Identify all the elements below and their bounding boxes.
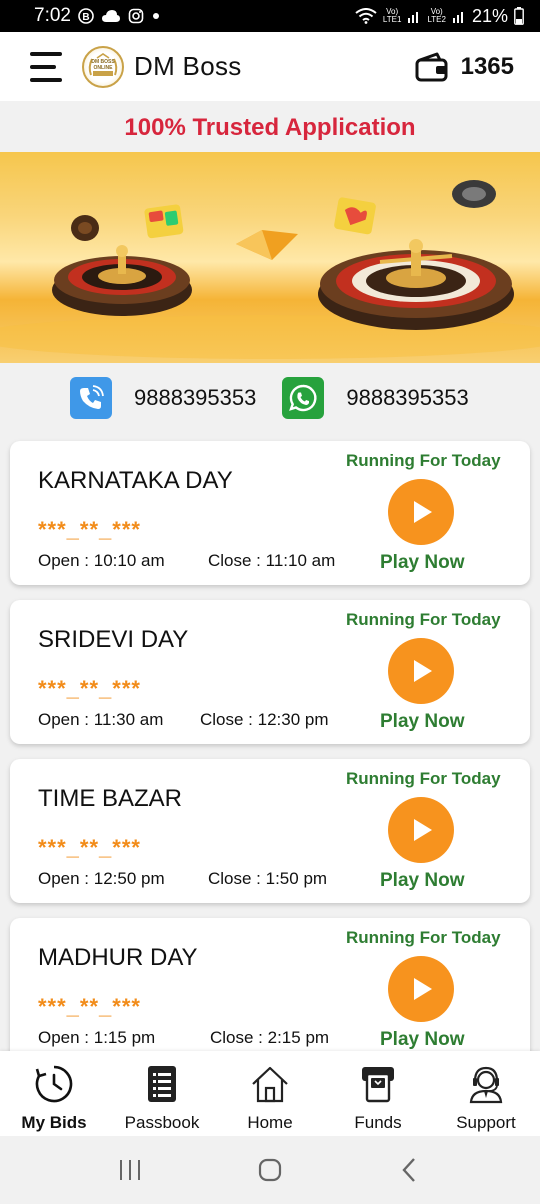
signal-1-icon: [407, 9, 421, 23]
wifi-icon: [355, 8, 377, 24]
b-badge-icon: B: [78, 8, 94, 24]
nav-label: Home: [247, 1113, 293, 1132]
signal-2-icon: [452, 9, 466, 23]
play-button[interactable]: [388, 797, 454, 863]
game-result: ***_**_***: [38, 676, 141, 701]
app-header: DM BOSS ONLINE DM Boss 1365: [0, 32, 540, 101]
nav-label: My Bids: [21, 1113, 87, 1132]
funds-icon: [357, 1063, 399, 1105]
whatsapp-number: 9888395353: [346, 385, 469, 410]
play-now-link[interactable]: Play Now: [380, 711, 464, 733]
status-time: 7:02: [34, 5, 71, 26]
game-name: SRIDEVI DAY: [38, 626, 189, 653]
back-button[interactable]: [390, 1150, 430, 1190]
play-icon: [414, 660, 432, 682]
close-time: Close : 2:15 pm: [210, 1028, 330, 1047]
play-now-link[interactable]: Play Now: [380, 552, 464, 574]
passbook-icon: [141, 1063, 183, 1105]
notification-dot-icon: [151, 11, 161, 21]
game-result: ***_**_***: [38, 994, 141, 1019]
nav-item-my-bids[interactable]: My Bids: [0, 1051, 108, 1136]
play-now-link[interactable]: Play Now: [380, 1029, 464, 1051]
close-time: Close : 12:30 pm: [200, 710, 329, 729]
wallet-button[interactable]: 1365: [415, 52, 514, 82]
phone-contact[interactable]: 9888395353: [70, 377, 256, 419]
play-button[interactable]: [388, 638, 454, 704]
open-time: Open : 12:50 pm: [38, 869, 165, 888]
game-card-time-bazar[interactable]: TIME BAZAR ***_**_*** Open : 12:50 pm Cl…: [10, 759, 530, 903]
history-icon: [33, 1063, 75, 1105]
play-icon: [414, 501, 432, 523]
game-result: ***_**_***: [38, 835, 141, 860]
wallet-balance: 1365: [460, 52, 514, 80]
open-time: Open : 11:30 am: [38, 710, 164, 729]
network-2-label: Vo) LTE2: [427, 7, 446, 24]
whatsapp-contact[interactable]: 9888395353: [282, 377, 469, 419]
nav-label: Support: [456, 1113, 516, 1132]
contact-row: 9888395353 9888395353: [0, 376, 540, 420]
phone-icon: [70, 377, 112, 419]
recent-apps-button[interactable]: [110, 1150, 150, 1190]
game-status: Running For Today: [346, 928, 501, 947]
game-card-karnataka-day[interactable]: KARNATAKA DAY ***_**_*** Open : 10:10 am…: [10, 441, 530, 585]
game-name: MADHUR DAY: [38, 944, 198, 971]
wallet-icon: [415, 52, 448, 81]
app-logo: DM BOSS ONLINE: [82, 45, 124, 88]
game-status: Running For Today: [346, 610, 501, 629]
instagram-icon: [128, 8, 144, 24]
nav-item-passbook[interactable]: Passbook: [108, 1051, 216, 1136]
whatsapp-icon: [282, 377, 325, 419]
nav-item-funds[interactable]: Funds: [324, 1051, 432, 1136]
network-1-label: Vo) LTE1: [382, 7, 402, 24]
svg-text:B: B: [82, 12, 89, 23]
game-status: Running For Today: [346, 451, 501, 470]
support-icon: [465, 1063, 507, 1105]
play-button[interactable]: [388, 479, 454, 545]
recent-apps-icon: [120, 1160, 140, 1180]
game-card-sridevi-day[interactable]: SRIDEVI DAY ***_**_*** Open : 11:30 am C…: [10, 600, 530, 744]
open-time: Open : 1:15 pm: [38, 1028, 156, 1047]
home-circle-icon: [258, 1158, 282, 1182]
system-nav-bar: [0, 1136, 540, 1204]
bottom-nav: My Bids Passbook Home Funds Support: [0, 1051, 540, 1136]
phone-number: 9888395353: [134, 385, 257, 410]
nav-label: Funds: [354, 1113, 402, 1132]
game-card-madhur-day[interactable]: MADHUR DAY ***_**_*** Open : 1:15 pm Clo…: [10, 918, 530, 1062]
play-icon: [414, 819, 432, 841]
play-button[interactable]: [388, 956, 454, 1022]
app-title: DM Boss: [134, 51, 242, 81]
close-time: Close : 1:50 pm: [208, 869, 328, 888]
game-name: TIME BAZAR: [38, 785, 183, 812]
back-icon: [402, 1158, 415, 1182]
casino-roulette-image: [0, 180, 540, 359]
battery-percent: 21%: [471, 5, 508, 26]
play-icon: [414, 978, 432, 1000]
battery-icon: [514, 7, 524, 25]
nav-item-support[interactable]: Support: [432, 1051, 540, 1136]
game-result: ***_**_***: [38, 517, 141, 542]
menu-button[interactable]: [30, 51, 66, 82]
open-time: Open : 10:10 am: [38, 551, 165, 570]
nav-item-home[interactable]: Home: [216, 1051, 324, 1136]
promo-banner[interactable]: [0, 152, 540, 363]
cloud-icon: [101, 9, 121, 23]
game-status: Running For Today: [346, 769, 501, 788]
home-system-button[interactable]: [250, 1150, 290, 1190]
trusted-banner-text: 100% Trusted Application: [124, 114, 416, 141]
logo-text: DM BOSS ONLINE: [91, 58, 115, 71]
nav-label: Passbook: [124, 1113, 200, 1132]
home-icon: [249, 1063, 291, 1105]
close-time: Close : 11:10 am: [208, 551, 336, 570]
play-now-link[interactable]: Play Now: [380, 870, 464, 892]
game-name: KARNATAKA DAY: [38, 467, 233, 494]
status-bar: 7:02 B Vo) LTE1 Vo) LTE2 21%: [0, 0, 540, 32]
